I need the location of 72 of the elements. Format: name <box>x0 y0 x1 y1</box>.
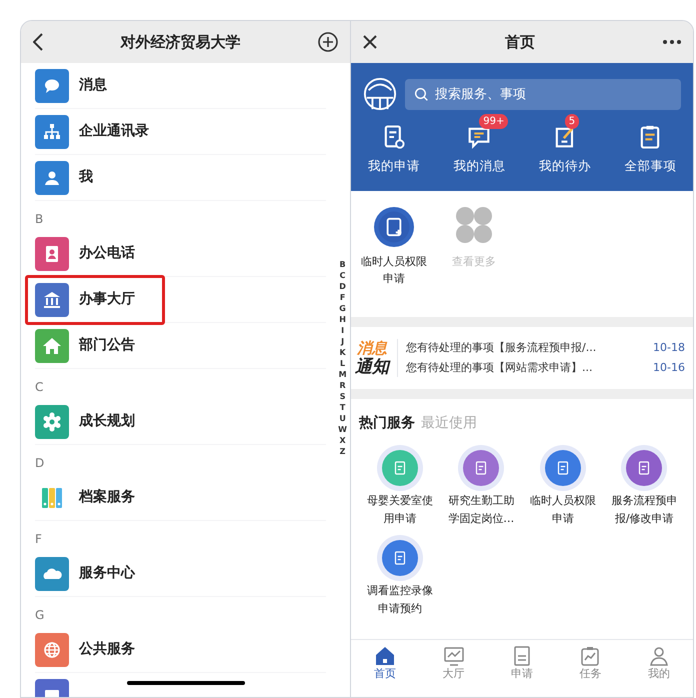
service-item[interactable]: 调看监控录像申请预约 <box>359 540 440 618</box>
notice-item[interactable]: 您有待处理的事项【网站需求申请】... <box>406 360 592 376</box>
index-letter[interactable]: D <box>339 281 346 292</box>
add-circle-icon <box>318 32 338 52</box>
shortcut-item[interactable]: 临时人员权限申请 <box>359 207 429 317</box>
tab-bar-item[interactable]: 申请 <box>488 646 556 683</box>
index-letter[interactable]: H <box>339 314 346 325</box>
section-header: G <box>34 607 46 624</box>
service-item[interactable]: 服务流程预申报/修改申请 <box>604 450 685 528</box>
tab-bar-item[interactable]: 首页 <box>351 646 420 683</box>
quick-action[interactable]: 我的申请 <box>351 113 436 176</box>
app-list-item[interactable]: 企业通讯录 <box>35 109 326 155</box>
service-item[interactable]: 研究生勤工助学固定岗位… <box>440 450 522 528</box>
index-letter[interactable]: X <box>340 435 346 446</box>
page-title: 对外经济贸易大学 <box>120 32 240 53</box>
app-list-item[interactable]: 我 <box>35 155 326 201</box>
section-header: F <box>34 531 43 548</box>
app-list-item[interactable]: 办公电话 <box>35 231 326 277</box>
index-letter[interactable]: G <box>339 303 346 314</box>
count-badge: 99+ <box>479 114 508 129</box>
section-header: D <box>34 455 46 472</box>
index-letter[interactable]: M <box>338 369 347 380</box>
index-letter[interactable]: I <box>341 325 344 336</box>
person-icon <box>648 646 669 666</box>
tab-bar-item[interactable]: 我的 <box>624 646 693 683</box>
quick-action[interactable]: 全部事项 <box>608 113 693 176</box>
index-letter[interactable]: L <box>340 358 346 369</box>
index-letter[interactable]: K <box>339 347 346 358</box>
page-title: 首页 <box>505 32 535 53</box>
notice-item[interactable]: 您有待处理的事项【服务流程预申报/... <box>406 340 596 356</box>
index-letter[interactable]: S <box>340 391 346 402</box>
section-header: C <box>34 379 44 396</box>
app-list-item[interactable]: 档案服务 <box>35 475 326 521</box>
tab-bar-item[interactable]: 任务 <box>556 646 625 683</box>
index-letter[interactable]: Z <box>340 446 346 457</box>
notice-logo-text: 通知 <box>355 358 389 377</box>
app-list-item[interactable]: 消息 <box>35 63 326 109</box>
app-list-item[interactable]: 办事大厅 <box>35 277 326 323</box>
app-list-item[interactable]: 部门公告 <box>35 323 326 369</box>
index-letter[interactable]: B <box>340 259 346 270</box>
house-icon <box>375 646 396 666</box>
close-icon <box>363 35 377 49</box>
app-list-item[interactable]: 公共服务 <box>35 627 326 673</box>
index-letter[interactable]: J <box>341 336 344 347</box>
count-badge: 5 <box>564 114 580 129</box>
service-item[interactable]: 母婴关爱室使用申请 <box>359 450 440 528</box>
index-letter[interactable]: F <box>340 292 346 303</box>
app-list-item[interactable]: 服务中心 <box>35 551 326 597</box>
more-icon <box>663 40 681 44</box>
section-header: B <box>34 211 44 228</box>
university-emblem-icon <box>363 77 397 111</box>
index-letter[interactable]: T <box>340 402 346 413</box>
clipboard-chart-icon <box>580 646 600 666</box>
index-letter[interactable]: U <box>339 413 346 424</box>
index-letter[interactable]: C <box>340 270 346 281</box>
document-icon <box>512 646 532 666</box>
tab-bar-item[interactable]: 大厅 <box>419 646 488 683</box>
index-letter[interactable]: R <box>340 380 346 391</box>
document-person-icon <box>374 207 414 247</box>
service-item[interactable]: 临时人员权限申请 <box>522 450 604 528</box>
index-letter[interactable]: W <box>338 424 347 435</box>
notice-date: 10-18 <box>653 340 685 356</box>
quick-action[interactable]: 99+ 我的消息 <box>436 113 522 176</box>
notice-logo-text: 消息 <box>357 339 387 358</box>
app-list-item[interactable]: 成长规划 <box>35 399 326 445</box>
quick-action[interactable]: 5 我的待办 <box>522 113 608 176</box>
back-icon <box>33 33 43 51</box>
notice-date: 10-16 <box>653 360 685 376</box>
search-icon <box>415 88 428 100</box>
service-tab[interactable]: 热门服务 <box>359 413 415 434</box>
grid-icon <box>456 207 492 243</box>
monitor-chart-icon <box>444 646 464 666</box>
